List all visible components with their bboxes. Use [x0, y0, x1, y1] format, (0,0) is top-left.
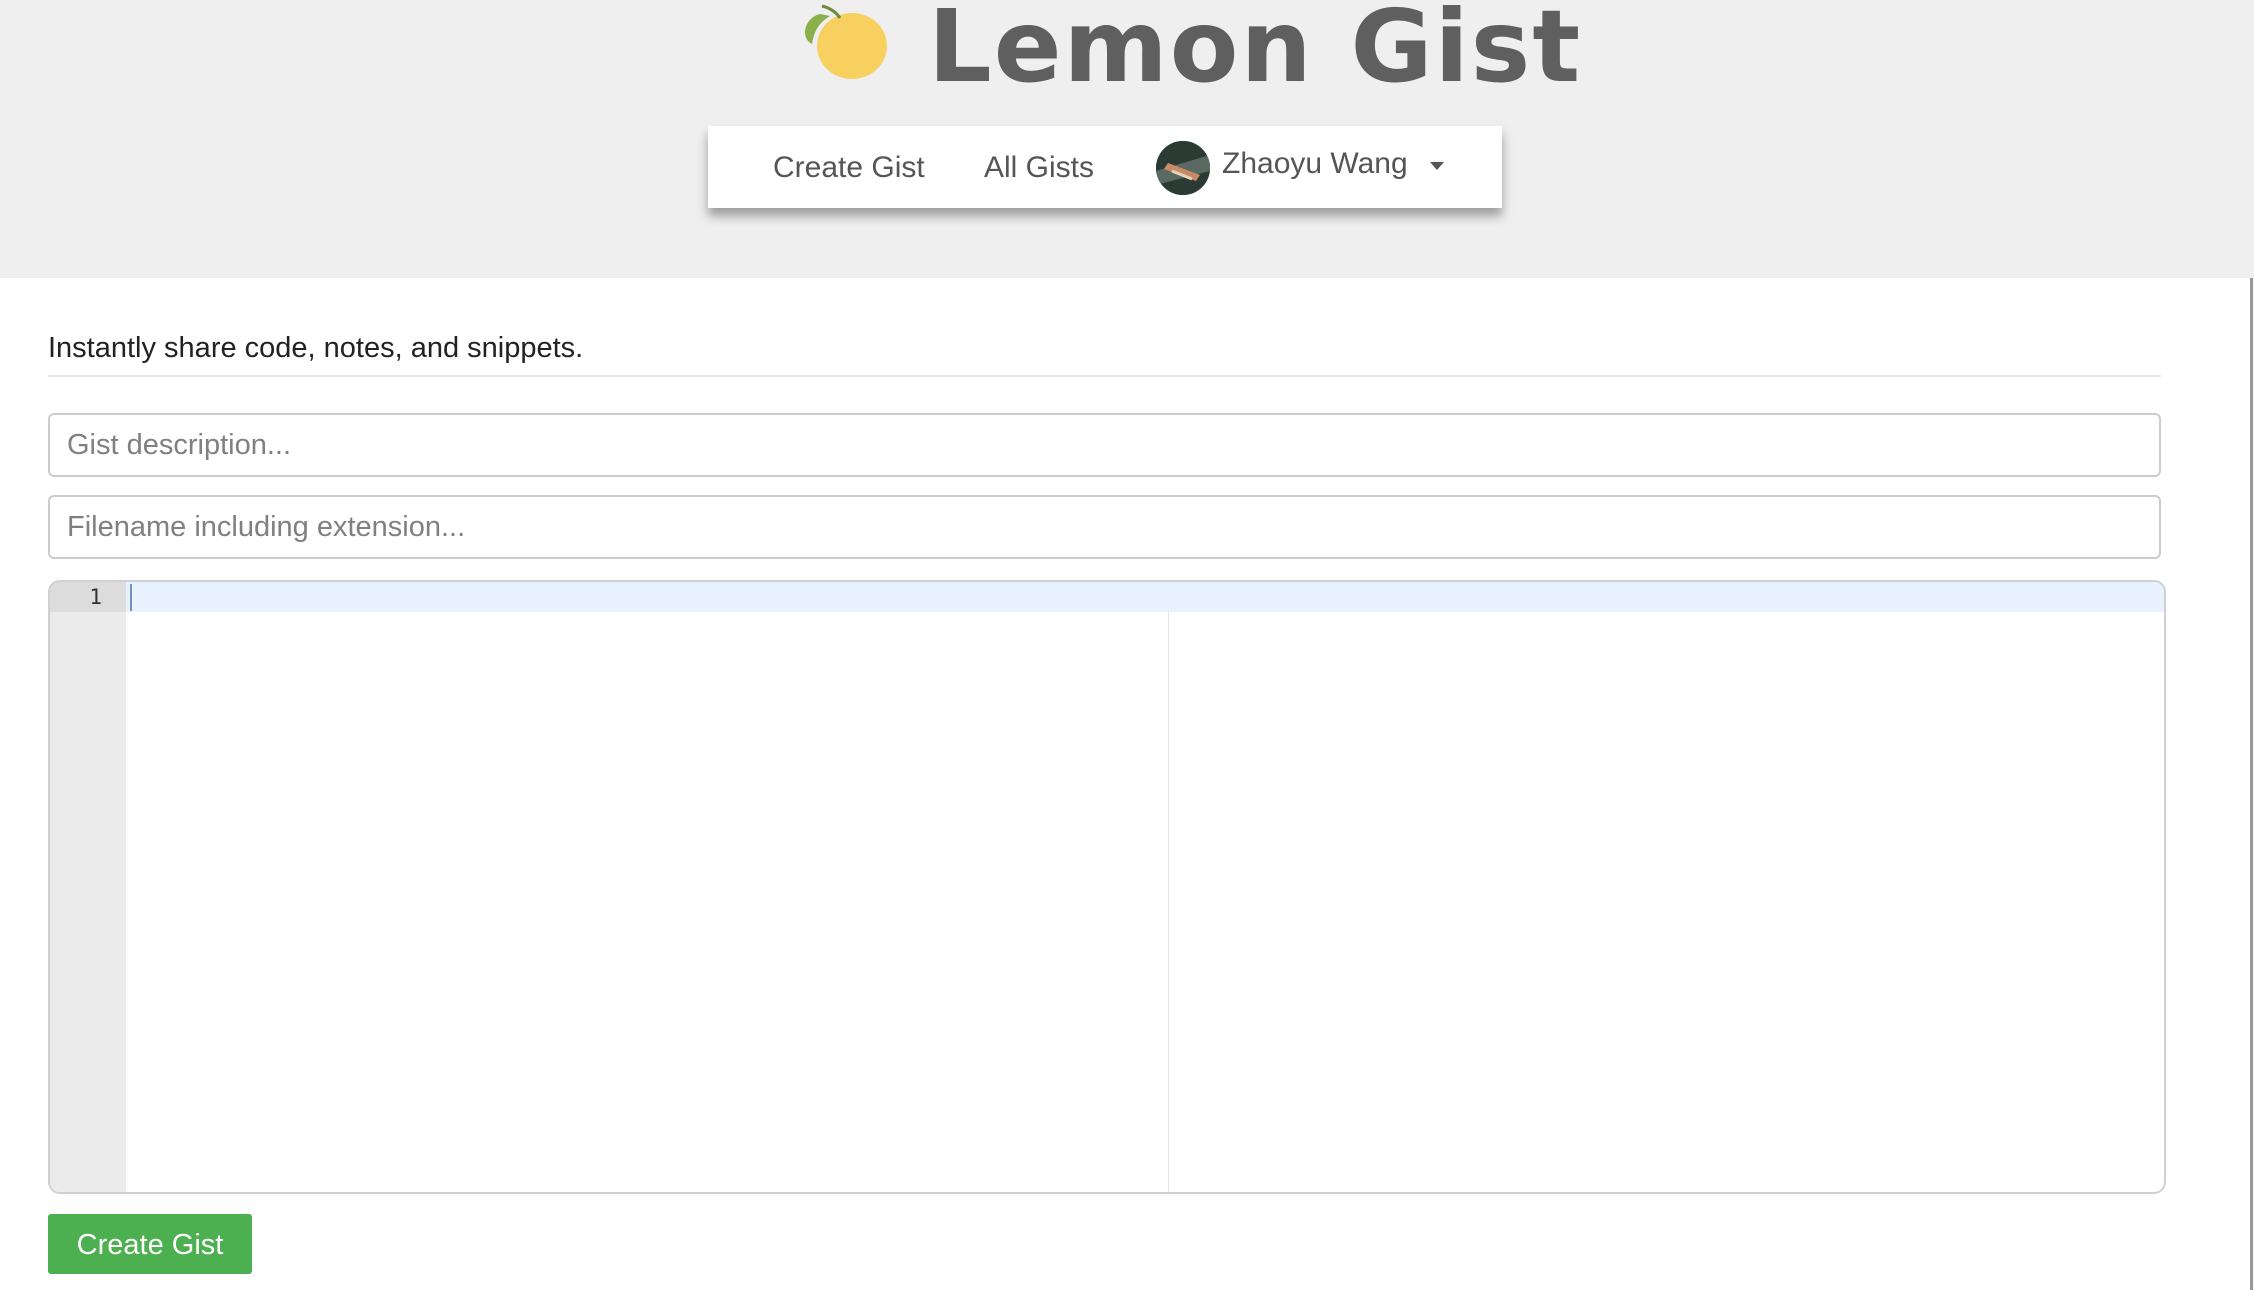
site-header: Lemon Gist Create Gist All Gists Zhaoyu …	[0, 0, 2254, 278]
code-editor[interactable]: 1	[48, 580, 2166, 1194]
editor-gutter	[50, 582, 126, 1192]
user-menu[interactable]: Zhaoyu Wang	[1156, 140, 1456, 195]
brand[interactable]: Lemon Gist	[800, 0, 1580, 102]
nav-all-gists[interactable]: All Gists	[984, 126, 1094, 208]
gist-description-input[interactable]	[48, 413, 2161, 477]
divider	[48, 375, 2161, 377]
lemon-icon	[805, 4, 887, 79]
user-name: Zhaoyu Wang	[1222, 147, 1408, 180]
text-cursor	[130, 584, 132, 611]
line-number: 1	[89, 585, 102, 609]
site-title: Lemon Gist	[928, 0, 1583, 105]
caret-down-icon	[1430, 162, 1444, 170]
tagline: Instantly share code, notes, and snippet…	[48, 332, 584, 364]
top-nav: Create Gist All Gists Zhaoyu Wang	[708, 126, 1502, 208]
create-gist-button[interactable]: Create Gist	[48, 1214, 252, 1274]
editor-active-line[interactable]	[126, 582, 2164, 612]
main-content: Instantly share code, notes, and snippet…	[0, 278, 2253, 1290]
nav-create-gist[interactable]: Create Gist	[773, 126, 925, 208]
filename-input[interactable]	[48, 495, 2161, 559]
print-margin	[1168, 612, 1169, 1192]
avatar	[1156, 141, 1210, 195]
